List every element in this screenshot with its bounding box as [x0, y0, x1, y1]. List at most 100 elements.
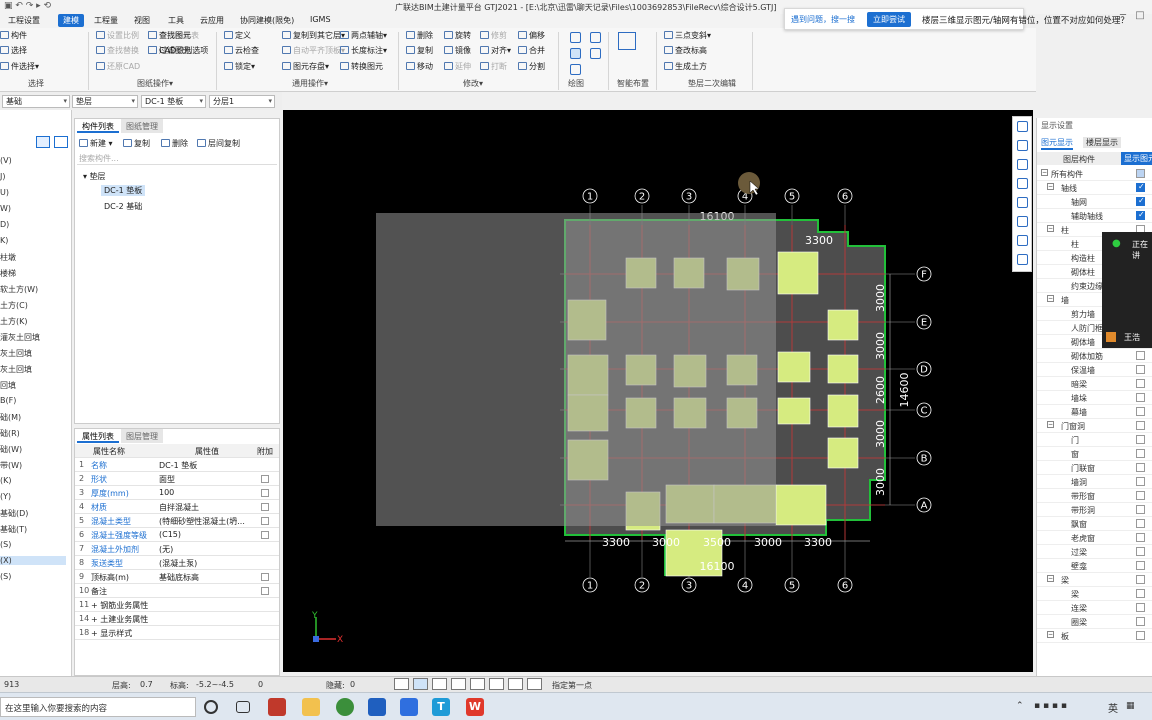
- component-select[interactable]: DC-1 垫板 ▾: [141, 95, 206, 108]
- minimize-icon[interactable]: ─: [1120, 10, 1126, 21]
- foundation-pad[interactable]: [777, 397, 811, 425]
- collapse-icon[interactable]: −: [1047, 631, 1054, 638]
- display-checkbox[interactable]: [1136, 533, 1145, 542]
- menu-item[interactable]: 工具: [168, 15, 184, 26]
- display-row[interactable]: 保温墙: [1037, 364, 1152, 377]
- nav-tree-item[interactable]: 灰土回填: [0, 348, 32, 359]
- ribbon-button[interactable]: 云检查: [224, 45, 259, 56]
- browser-icon[interactable]: [336, 698, 354, 716]
- type-select[interactable]: 垫层 ▾: [72, 95, 138, 108]
- extra-checkbox[interactable]: [261, 587, 269, 595]
- display-checkbox[interactable]: [1136, 603, 1145, 612]
- rect-tool-icon[interactable]: [590, 48, 601, 59]
- property-value[interactable]: (混凝土泵): [159, 558, 197, 569]
- display-row[interactable]: 暗梁: [1037, 378, 1152, 391]
- nav-tree-item[interactable]: (S): [0, 540, 11, 549]
- collapse-icon[interactable]: −: [1047, 225, 1054, 232]
- extra-checkbox[interactable]: [261, 573, 269, 581]
- cortana-icon[interactable]: [204, 700, 218, 714]
- snap-mode-icon[interactable]: [413, 678, 428, 690]
- display-checkbox[interactable]: [1136, 519, 1145, 528]
- nav-tree-item[interactable]: 土方(C): [0, 300, 28, 311]
- canvas-svg[interactable]: 112233445566FEDCBA 161003300330030003500…: [283, 110, 1033, 672]
- tray-icons[interactable]: ▪ ▪ ▪ ▪: [1034, 701, 1067, 711]
- property-row[interactable]: 8 泵送类型 (混凝土泵): [75, 556, 279, 570]
- display-row[interactable]: 幕墙: [1037, 406, 1152, 419]
- view-tool-icon[interactable]: [1017, 235, 1028, 246]
- new-button[interactable]: 新建 ▾: [79, 138, 113, 149]
- line-tool-icon[interactable]: [570, 48, 581, 59]
- foundation-pad[interactable]: [827, 437, 859, 469]
- ribbon-button[interactable]: 选择: [0, 45, 27, 56]
- ribbon-button[interactable]: 旋转: [444, 30, 471, 41]
- property-row[interactable]: 7 混凝土外加剂 (无): [75, 542, 279, 556]
- display-row[interactable]: 梁: [1037, 588, 1152, 601]
- display-row[interactable]: 老虎窗: [1037, 532, 1152, 545]
- nav-tree-item[interactable]: 基础(D): [0, 508, 28, 519]
- nav-tree-item[interactable]: (X): [0, 556, 66, 565]
- nav-tree-item[interactable]: (S): [0, 572, 11, 581]
- snap-mode-icon[interactable]: [394, 678, 409, 690]
- snap-mode-icon[interactable]: [470, 678, 485, 690]
- view-tool-icon[interactable]: [1017, 216, 1028, 227]
- property-row[interactable]: 9 顶标高(m) 基础底标高: [75, 570, 279, 584]
- property-row[interactable]: 4 材质 自拌混凝土: [75, 500, 279, 514]
- ribbon-button[interactable]: 查找图元: [148, 30, 191, 41]
- property-value[interactable]: (C15): [159, 530, 181, 539]
- gtj-app-icon[interactable]: T: [432, 698, 450, 716]
- extra-checkbox[interactable]: [261, 489, 269, 497]
- nav-tree-item[interactable]: B(F): [0, 396, 16, 405]
- property-value[interactable]: DC-1 垫板: [159, 460, 197, 471]
- property-value[interactable]: 自拌混凝土: [159, 502, 199, 513]
- tip-question[interactable]: 遇到问题，搜一搜: [791, 14, 855, 25]
- try-now-button[interactable]: 立即尝试: [867, 12, 911, 27]
- menu-item[interactable]: 工程量: [94, 15, 118, 26]
- display-checkbox[interactable]: [1136, 491, 1145, 500]
- display-checkbox[interactable]: [1136, 379, 1145, 388]
- display-checkbox[interactable]: [1136, 463, 1145, 472]
- display-checkbox[interactable]: [1136, 547, 1145, 556]
- snap-toolbar[interactable]: [394, 678, 548, 691]
- foundation-pad[interactable]: [827, 309, 859, 341]
- display-checkbox[interactable]: [1136, 182, 1145, 192]
- property-value[interactable]: 基础底标高: [159, 572, 199, 583]
- snap-mode-icon[interactable]: [451, 678, 466, 690]
- collapse-icon[interactable]: −: [1047, 295, 1054, 302]
- property-value[interactable]: (无): [159, 544, 173, 555]
- nav-tree-item[interactable]: J): [0, 172, 5, 181]
- display-checkbox[interactable]: [1136, 617, 1145, 626]
- nav-tree-item[interactable]: 础(M): [0, 412, 21, 423]
- line-draw-icon[interactable]: [570, 32, 581, 43]
- nav-tree-item[interactable]: 土方(K): [0, 316, 28, 327]
- task-view-icon[interactable]: [236, 701, 250, 713]
- ribbon-button[interactable]: 删除: [406, 30, 433, 41]
- display-checkbox[interactable]: [1136, 421, 1145, 430]
- ribbon-button[interactable]: 构件: [0, 30, 27, 41]
- ribbon-button[interactable]: 偏移: [518, 30, 545, 41]
- display-row[interactable]: 轴网: [1037, 196, 1152, 209]
- help-question-link[interactable]: 楼层三维显示图元/轴网有错位，位置不对应如何处理？: [922, 14, 1129, 26]
- display-row[interactable]: 门联窗: [1037, 462, 1152, 475]
- nav-tree-item[interactable]: D): [0, 220, 9, 229]
- snap-mode-icon[interactable]: [527, 678, 542, 690]
- display-checkbox[interactable]: [1136, 435, 1145, 444]
- ribbon-button[interactable]: 延伸: [444, 61, 471, 72]
- display-checkbox[interactable]: [1136, 196, 1145, 206]
- nav-tree-item[interactable]: 带(W): [0, 460, 22, 471]
- property-row[interactable]: 14 + 土建业务属性: [75, 612, 279, 626]
- taskbar-search-input[interactable]: 在这里输入你要搜索的内容: [0, 697, 196, 717]
- menu-item[interactable]: 视图: [134, 15, 150, 26]
- nav-tree-item[interactable]: 础(R): [0, 428, 20, 439]
- tab-element-display[interactable]: 图元显示: [1041, 137, 1073, 150]
- property-value[interactable]: (特细砂塑性混凝土(坍...: [159, 516, 245, 527]
- nav-tree-item[interactable]: 基础(T): [0, 524, 27, 535]
- menu-item[interactable]: 云应用: [200, 15, 224, 26]
- tab-property-list[interactable]: 属性列表: [77, 429, 119, 443]
- ribbon-button[interactable]: 还原CAD: [96, 61, 140, 72]
- view-tool-icon[interactable]: [1017, 121, 1028, 132]
- nav-tree-item[interactable]: 柱墩: [0, 252, 16, 263]
- nav-tree-item[interactable]: U): [0, 188, 9, 197]
- file-explorer-icon[interactable]: [302, 698, 320, 716]
- nav-tree-item[interactable]: 楼梯: [0, 268, 16, 279]
- menu-item[interactable]: 建模: [58, 14, 84, 27]
